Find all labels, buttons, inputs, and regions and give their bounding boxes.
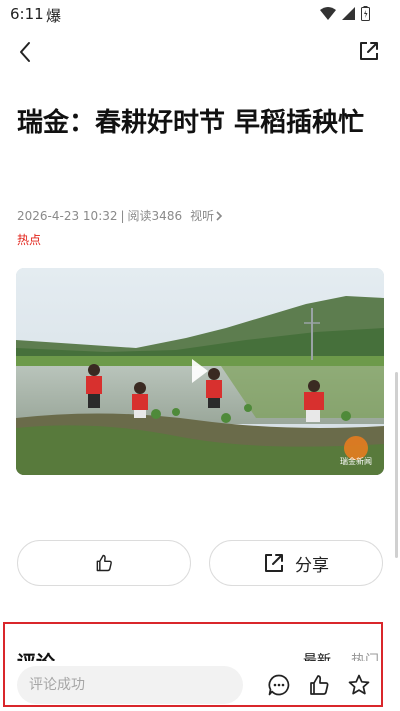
share-icon (265, 554, 283, 572)
chevron-left-icon[interactable] (12, 38, 40, 66)
read-count: 阅读3486 (127, 209, 183, 223)
action-row: 分享 (17, 540, 383, 586)
thumbs-up-icon[interactable] (307, 673, 331, 697)
article-meta: 2026-4-23 10:32 | 阅读3486 视听 (17, 207, 224, 224)
bottom-bar: 评论成功 (0, 661, 400, 711)
play-icon[interactable] (190, 357, 210, 385)
article-title: 瑞金：春耕好时节 早稻插秧忙 (17, 108, 365, 138)
star-icon[interactable] (347, 673, 371, 697)
hot-tag: 热点 (17, 233, 42, 247)
video-watermark: 瑞金新闻 (340, 457, 372, 466)
signal-icon (342, 7, 355, 20)
share-icon[interactable] (358, 40, 380, 62)
scrollbar[interactable] (395, 372, 398, 558)
nav-bar (0, 32, 400, 72)
battery-icon (361, 6, 370, 21)
like-button[interactable] (17, 540, 191, 586)
share-label: 分享 (295, 555, 329, 576)
status-bar: 6:11 爆 (0, 0, 400, 28)
status-time: 6:11 (10, 5, 44, 23)
comment-icon[interactable] (267, 673, 291, 697)
status-notification-icon: 爆 (46, 7, 62, 25)
share-button[interactable]: 分享 (209, 540, 383, 586)
thumbs-up-icon (96, 554, 112, 572)
video-player[interactable]: 瑞金新闻 (16, 268, 384, 475)
listen-label: 视听 (190, 209, 215, 223)
listen-link[interactable]: 视听 (190, 207, 224, 224)
status-icons (320, 6, 370, 21)
wifi-icon (320, 7, 336, 20)
meta-divider: | (120, 208, 125, 223)
publish-date: 2026-4-23 10:32 (17, 208, 118, 223)
chevron-right-icon (216, 210, 223, 221)
comment-input[interactable]: 评论成功 (17, 666, 243, 704)
